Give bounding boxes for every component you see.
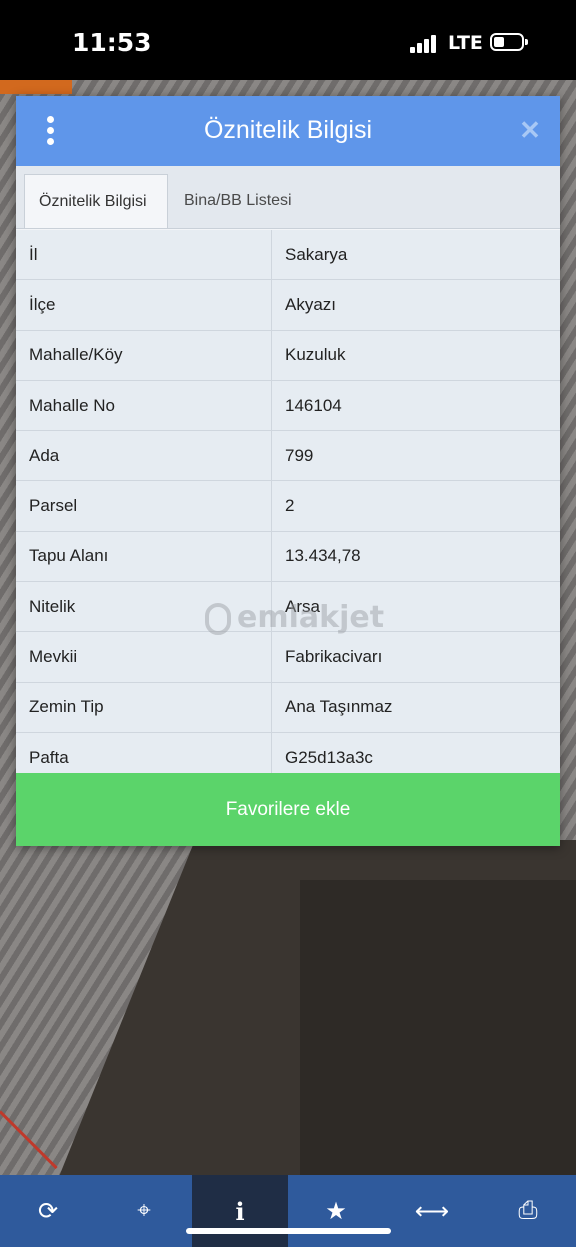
status-bar: 11:53 LTE (0, 0, 576, 80)
add-favorite-button[interactable]: Favorilere ekle (16, 773, 560, 846)
row-value: 2 (285, 496, 295, 516)
row-value: 799 (285, 445, 314, 465)
locate-icon[interactable]: ⌖ (96, 1175, 192, 1247)
table-row: Parsel 2 (16, 481, 560, 532)
row-label: Mahalle/Köy (16, 330, 272, 380)
signal-icon (410, 33, 440, 53)
row-label: Mevkii (16, 632, 272, 682)
star-icon[interactable]: ★ (288, 1175, 384, 1247)
map-parcel-edge (0, 80, 72, 94)
watermark-text: emlakjet (237, 600, 385, 635)
row-value: 13.434,78 (285, 546, 361, 566)
table-row: Zemin Tip Ana Taşınmaz (16, 682, 560, 733)
row-label: Mahalle No (16, 380, 272, 431)
row-label: Ada (16, 431, 272, 481)
row-label: Tapu Alanı (16, 531, 272, 582)
refresh-icon[interactable]: ⟳ (0, 1175, 96, 1247)
print-icon[interactable]: ⎙ (480, 1175, 576, 1247)
table-row: Tapu Alanı 13.434,78 (16, 531, 560, 583)
dialog-header: Öznitelik Bilgisi ✕ (16, 96, 560, 166)
row-label: Zemin Tip (16, 682, 272, 732)
close-icon[interactable]: ✕ (518, 117, 542, 143)
row-label: Parsel (16, 481, 272, 531)
table-row: İlçe Akyazı (16, 280, 560, 331)
row-value: Kuzuluk (285, 345, 346, 365)
table-row: Mahalle/Köy Kuzuluk (16, 330, 560, 381)
battery-icon (490, 33, 528, 51)
row-value: Sakarya (285, 244, 348, 264)
watermark-logo: emlakjet (205, 600, 384, 635)
tab-building-list[interactable]: Bina/BB Listesi (170, 174, 306, 228)
tab-attribute-info[interactable]: Öznitelik Bilgisi (24, 174, 168, 228)
dialog-tabs: Öznitelik Bilgisi Bina/BB Listesi (16, 166, 560, 229)
attribute-table: İl Sakarya İlçe Akyazı Mahalle/Köy Kuzuluk … (16, 230, 560, 784)
attribute-dialog: Öznitelik Bilgisi ✕ Öznitelik Bilgisi Bi… (16, 96, 560, 846)
table-row: Mevkii Fabrikacivarı (16, 632, 560, 683)
table-row: Mahalle No 146104 (16, 380, 560, 432)
dialog-title: Öznitelik Bilgisi (203, 116, 373, 144)
info-icon[interactable]: i (192, 1175, 288, 1247)
row-value: Ana Taşınmaz (285, 697, 393, 717)
table-row: İl Sakarya (16, 230, 560, 281)
table-row: Ada 799 (16, 431, 560, 482)
status-time: 11:53 (72, 28, 152, 57)
row-value: Akyazı (285, 294, 337, 314)
map-terrain-dark (300, 880, 576, 1180)
network-type: LTE (448, 32, 483, 54)
row-value: Fabrikacivarı (285, 647, 383, 667)
row-label: İl (16, 230, 272, 280)
home-indicator[interactable] (186, 1228, 391, 1234)
row-value: 146104 (285, 395, 342, 415)
row-label: İlçe (16, 280, 272, 330)
bottom-toolbar: ⟳ ⌖ i ★ ⟷ ⎙ (0, 1175, 576, 1247)
measure-icon[interactable]: ⟷ (384, 1175, 480, 1247)
pin-icon (205, 602, 231, 635)
